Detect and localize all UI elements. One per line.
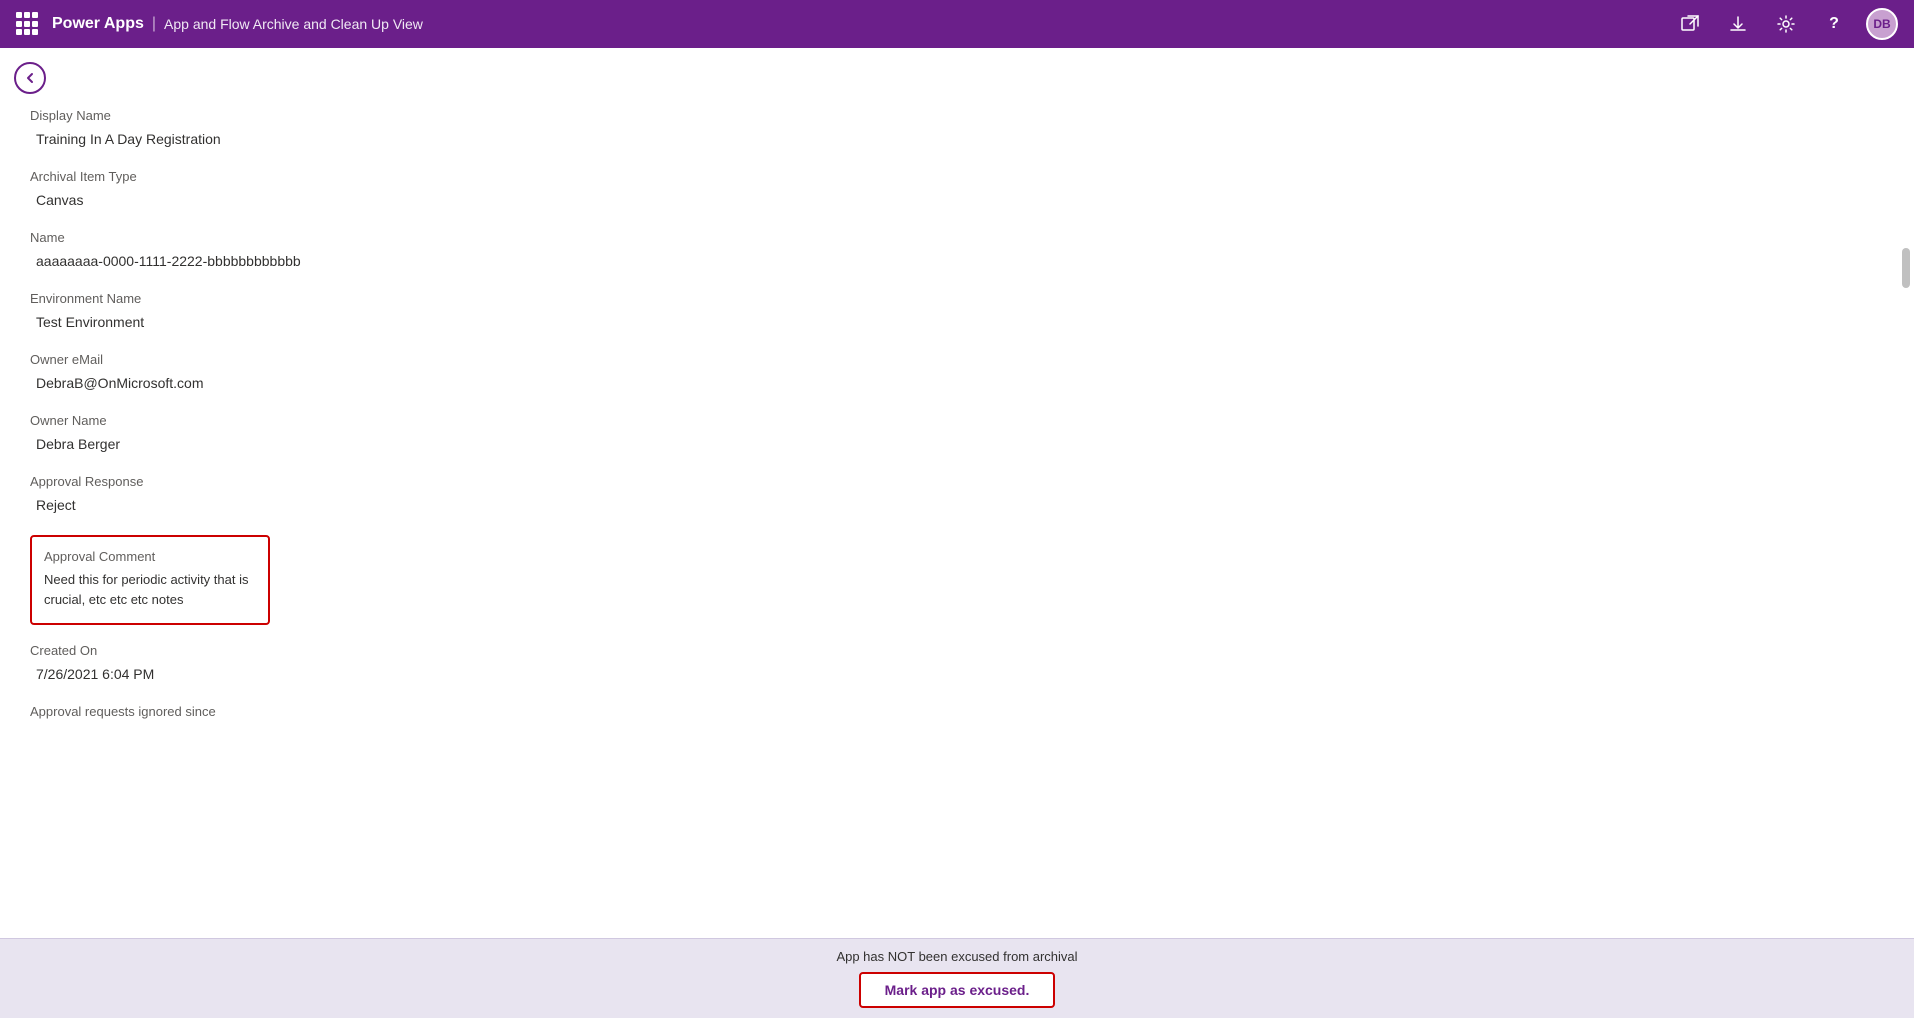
approval-comment-group: Approval Comment Need this for periodic … bbox=[30, 535, 1884, 625]
created-on-label: Created On bbox=[30, 643, 1884, 658]
approval-ignored-group: Approval requests ignored since bbox=[30, 704, 1884, 731]
form-content: Display Name Training In A Day Registrat… bbox=[0, 48, 1914, 869]
approval-comment-box: Approval Comment Need this for periodic … bbox=[30, 535, 270, 625]
name-value: aaaaaaaa-0000-1111-2222-bbbbbbbbbbbb bbox=[30, 249, 1884, 273]
mark-excused-button[interactable]: Mark app as excused. bbox=[859, 972, 1056, 1008]
excused-status-text: App has NOT been excused from archival bbox=[836, 949, 1077, 964]
owner-email-label: Owner eMail bbox=[30, 352, 1884, 367]
owner-email-value: DebraB@OnMicrosoft.com bbox=[30, 371, 1884, 395]
owner-email-group: Owner eMail DebraB@OnMicrosoft.com bbox=[30, 352, 1884, 395]
owner-name-group: Owner Name Debra Berger bbox=[30, 413, 1884, 456]
approval-response-value: Reject bbox=[30, 493, 1884, 517]
display-name-value: Training In A Day Registration bbox=[30, 127, 1884, 151]
approval-response-group: Approval Response Reject bbox=[30, 474, 1884, 517]
name-label: Name bbox=[30, 230, 1884, 245]
owner-name-label: Owner Name bbox=[30, 413, 1884, 428]
environment-name-group: Environment Name Test Environment bbox=[30, 291, 1884, 334]
archival-type-value: Canvas bbox=[30, 188, 1884, 212]
approval-comment-label: Approval Comment bbox=[44, 549, 256, 564]
page-title: App and Flow Archive and Clean Up View bbox=[164, 16, 423, 32]
name-group: Name aaaaaaaa-0000-1111-2222-bbbbbbbbbbb… bbox=[30, 230, 1884, 273]
approval-ignored-label: Approval requests ignored since bbox=[30, 704, 1884, 719]
archival-type-label: Archival Item Type bbox=[30, 169, 1884, 184]
scrollbar[interactable] bbox=[1902, 248, 1910, 288]
header-bar: Power Apps | App and Flow Archive and Cl… bbox=[0, 0, 1914, 48]
approval-ignored-value bbox=[30, 723, 1884, 731]
main-content: Display Name Training In A Day Registrat… bbox=[0, 48, 1914, 1018]
created-on-group: Created On 7/26/2021 6:04 PM bbox=[30, 643, 1884, 686]
share-icon[interactable] bbox=[1674, 8, 1706, 40]
environment-name-label: Environment Name bbox=[30, 291, 1884, 306]
back-button[interactable] bbox=[14, 62, 46, 94]
help-icon[interactable]: ? bbox=[1818, 8, 1850, 40]
created-on-value: 7/26/2021 6:04 PM bbox=[30, 662, 1884, 686]
owner-name-value: Debra Berger bbox=[30, 432, 1884, 456]
download-icon[interactable] bbox=[1722, 8, 1754, 40]
approval-comment-value: Need this for periodic activity that is … bbox=[44, 570, 256, 609]
settings-icon[interactable] bbox=[1770, 8, 1802, 40]
display-name-label: Display Name bbox=[30, 108, 1884, 123]
avatar[interactable]: DB bbox=[1866, 8, 1898, 40]
app-name: Power Apps bbox=[52, 15, 144, 33]
approval-response-label: Approval Response bbox=[30, 474, 1884, 489]
header-separator: | bbox=[152, 15, 156, 33]
grid-menu-icon[interactable] bbox=[16, 12, 40, 36]
environment-name-value: Test Environment bbox=[30, 310, 1884, 334]
archival-type-group: Archival Item Type Canvas bbox=[30, 169, 1884, 212]
bottom-action-bar: App has NOT been excused from archival M… bbox=[0, 938, 1914, 1018]
display-name-group: Display Name Training In A Day Registrat… bbox=[30, 108, 1884, 151]
header-actions: ? DB bbox=[1674, 8, 1898, 40]
